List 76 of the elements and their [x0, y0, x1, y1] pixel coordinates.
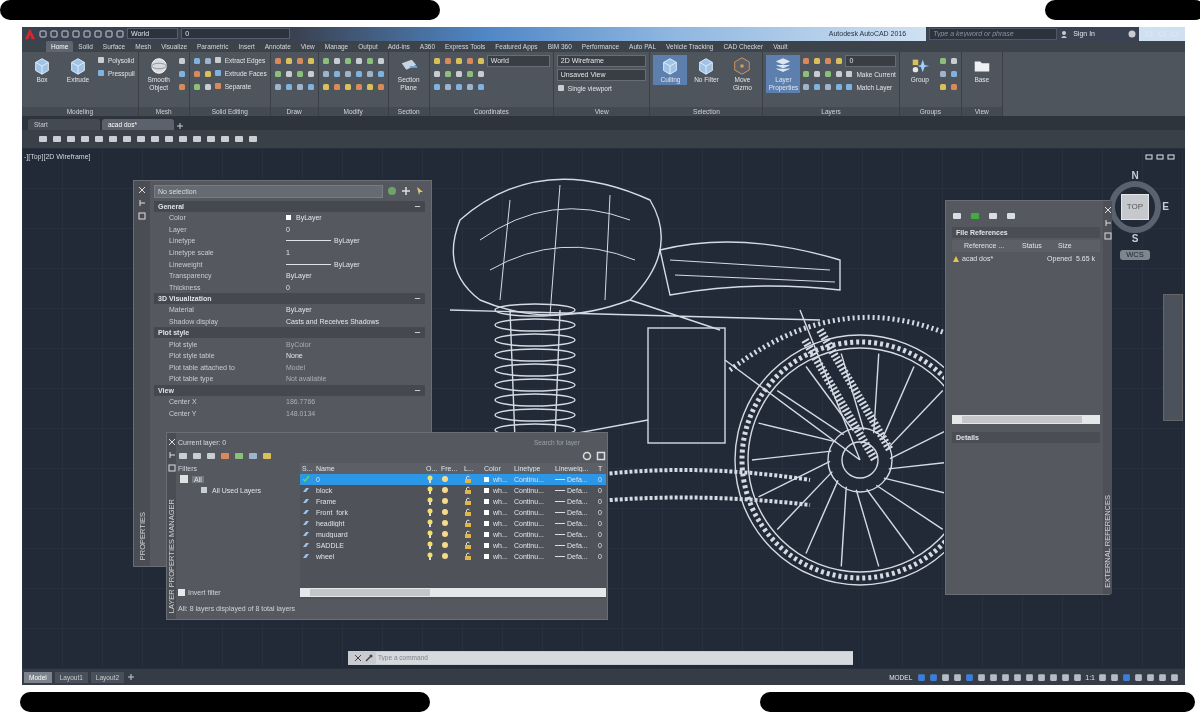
- layer-tool-icon[interactable]: [220, 450, 230, 461]
- toolbar-icon[interactable]: [108, 133, 118, 144]
- toolbar-icon[interactable]: [52, 133, 62, 144]
- toolbar-icon[interactable]: [122, 133, 132, 144]
- toolbar-icon[interactable]: [164, 133, 174, 144]
- layer-tool-icon[interactable]: [206, 450, 216, 461]
- layer-tool-icon[interactable]: [262, 450, 272, 461]
- horizontal-scrollbar[interactable]: [952, 415, 1100, 425]
- xref-tool-icon[interactable]: [970, 210, 980, 221]
- color-swatch: [484, 498, 489, 504]
- toolbar-icon[interactable]: [94, 133, 104, 144]
- lock-icon[interactable]: [464, 530, 472, 539]
- lock-icon[interactable]: [464, 519, 472, 528]
- lock-icon[interactable]: [464, 486, 472, 495]
- cube-icon: [68, 55, 88, 76]
- bulb-icon[interactable]: [426, 530, 434, 539]
- bulb-icon[interactable]: [426, 541, 434, 550]
- layer-tool-icon[interactable]: [192, 450, 202, 461]
- filter-icon: [200, 486, 208, 495]
- toolbar-icon[interactable]: [192, 133, 202, 144]
- color-swatch: [484, 509, 489, 515]
- xref-tool-icon[interactable]: [952, 210, 962, 221]
- color-swatch: [484, 531, 489, 537]
- xref-tool-icon[interactable]: [988, 210, 998, 221]
- toolbar-icon[interactable]: [136, 133, 146, 144]
- xref-tool-icon[interactable]: [1006, 210, 1016, 221]
- bulb-icon[interactable]: [426, 497, 434, 506]
- toolbar-icon[interactable]: [234, 133, 244, 144]
- add-tab-icon[interactable]: [176, 121, 184, 130]
- bulb-icon[interactable]: [426, 486, 434, 495]
- toolbar-icon[interactable]: [178, 133, 188, 144]
- line-preview: [286, 263, 331, 265]
- color-swatch: [484, 520, 489, 526]
- cube-icon: [32, 55, 52, 76]
- wrench-icon[interactable]: [365, 653, 373, 662]
- user-icon: [1060, 29, 1069, 38]
- layer-tool-icon[interactable]: [178, 450, 188, 461]
- toolbar-icon[interactable]: [150, 133, 160, 144]
- viewcube-face[interactable]: TOP: [1121, 193, 1149, 220]
- close-icon[interactable]: [354, 653, 362, 662]
- toggle-icon[interactable]: [387, 186, 397, 197]
- lock-icon[interactable]: [464, 552, 472, 561]
- add-layout-icon[interactable]: [127, 673, 135, 682]
- toolbar-icon[interactable]: [80, 133, 90, 144]
- pin-icon[interactable]: [138, 198, 146, 207]
- lock-icon[interactable]: [464, 497, 472, 506]
- layer-tool-icon[interactable]: [248, 450, 258, 461]
- hex-icon: [732, 55, 753, 76]
- lock-icon[interactable]: [464, 508, 472, 517]
- pin-icon[interactable]: [167, 450, 176, 459]
- color-swatch: [484, 487, 489, 493]
- toolbar-icon[interactable]: [38, 133, 48, 144]
- bulb-icon[interactable]: [426, 508, 434, 517]
- plus-icon[interactable]: [401, 186, 411, 197]
- color-swatch: [484, 542, 489, 548]
- color-swatch: [286, 215, 291, 221]
- compass-label[interactable]: E: [1162, 201, 1169, 213]
- bulb-icon[interactable]: [426, 552, 434, 561]
- compass-label[interactable]: N: [1131, 169, 1139, 181]
- toolbar-icon[interactable]: [220, 133, 230, 144]
- toolbar-icon[interactable]: [66, 133, 76, 144]
- toolbar-icon[interactable]: [206, 133, 216, 144]
- layer-tool-icon[interactable]: [234, 450, 244, 461]
- drawing-file-icon: [952, 254, 960, 263]
- toolbar-icon[interactable]: [248, 133, 258, 144]
- pin-icon[interactable]: [1103, 218, 1112, 227]
- color-swatch: [484, 553, 489, 559]
- horizontal-scrollbar[interactable]: [300, 587, 606, 597]
- compass-label[interactable]: S: [1131, 232, 1139, 244]
- lock-icon[interactable]: [464, 541, 472, 550]
- line-preview: [286, 240, 331, 242]
- tool-icon: [556, 84, 565, 93]
- tree-toggle-icon[interactable]: [180, 475, 188, 484]
- color-swatch: [484, 476, 489, 482]
- sphere-icon: [148, 55, 169, 76]
- bulb-icon[interactable]: [426, 519, 434, 528]
